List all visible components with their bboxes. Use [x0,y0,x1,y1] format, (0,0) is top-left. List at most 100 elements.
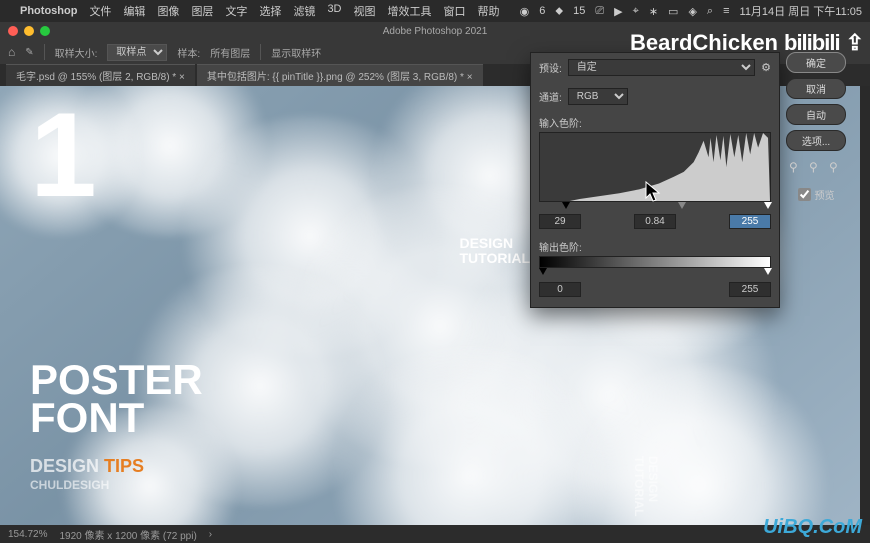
preview-checkbox-row[interactable]: 预览 [786,187,846,202]
overlay-brand: BeardChicken bilibili ⇪ [630,30,864,56]
preset-dropdown[interactable]: 自定 [568,59,755,76]
control-center-icon[interactable]: ≡ [723,5,729,17]
black-point-slider[interactable] [562,202,570,209]
tab-1[interactable]: 毛字.psd @ 155% (图层 2, RGB/8) * × [6,64,195,86]
input-black[interactable] [539,214,581,229]
output-values [539,282,771,297]
white-point-slider[interactable] [764,202,772,209]
share-icon: ⇪ [846,30,864,56]
panel-buttons: 确定 取消 自动 选项... ⚲ ⚲ ⚲ 预览 [786,52,846,202]
histogram[interactable] [539,132,771,202]
minimize-window-icon[interactable] [24,26,34,36]
menu-window[interactable]: 窗口 [444,3,466,19]
sample-size-dropdown[interactable]: 取样点 [107,44,167,61]
chevron-right-icon[interactable]: › [209,529,212,540]
output-gradient[interactable] [539,256,771,268]
close-window-icon[interactable] [8,26,18,36]
bilibili-logo: bilibili [784,30,840,56]
input-white[interactable] [729,214,771,229]
chef-text: CHULDESIGH [30,478,109,492]
sample-label: 样本: [177,45,200,60]
close-tab-icon[interactable]: × [467,72,473,83]
poster-text: POSTER FONT [30,361,203,437]
menu-3d[interactable]: 3D [327,3,341,19]
window-title: Adobe Photoshop 2021 [383,26,488,37]
output-black[interactable] [539,282,581,297]
menu-select[interactable]: 选择 [259,3,281,19]
auto-button[interactable]: 自动 [786,104,846,125]
bell-icon[interactable]: ⬥ [555,5,563,18]
tab-2-label: 其中包括图片: {{ pinTitle }}.png @ 252% (图层 3,… [207,72,464,83]
brand-name: BeardChicken [630,30,778,56]
separator [260,44,261,60]
tool-icon[interactable]: ✎ [25,47,33,58]
output-levels-label: 输出色阶: [531,235,779,256]
cancel-button[interactable]: 取消 [786,78,846,99]
bt-icon[interactable]: ⌖ [633,5,639,18]
music-icon[interactable]: ▶ [614,5,622,18]
watermark: UiBQ.CoM [763,516,862,539]
eyedropper-row: ⚲ ⚲ ⚲ [786,160,846,174]
tab-1-label: 毛字.psd @ 155% (图层 2, RGB/8) * [16,72,176,83]
menu-type[interactable]: 文字 [225,3,247,19]
gamma-slider[interactable] [678,202,686,209]
battery-icon[interactable]: ▭ [668,5,678,18]
out-black-slider[interactable] [539,268,547,275]
input-gamma[interactable] [634,214,676,229]
output-white[interactable] [729,282,771,297]
maximize-window-icon[interactable] [40,26,50,36]
tab-2[interactable]: 其中包括图片: {{ pinTitle }}.png @ 252% (图层 3,… [197,64,483,86]
macos-menubar: Photoshop 文件 编辑 图像 图层 文字 选择 滤镜 3D 视图 增效工… [0,0,870,22]
design-tutorial-vertical: DESIGN TUTORIAL [632,456,660,516]
clock[interactable]: 11月14日 周日 下午11:05 [740,3,862,19]
input-values [539,214,771,229]
close-tab-icon[interactable]: × [179,72,185,83]
menu-edit[interactable]: 编辑 [123,3,145,19]
sample-size-label: 取样大小: [55,45,98,60]
menu-help[interactable]: 帮助 [478,3,500,19]
show-ring-label: 显示取样环 [271,45,321,60]
app-menu: 文件 编辑 图像 图层 文字 选择 滤镜 3D 视图 增效工具 窗口 帮助 [89,3,499,19]
status-bar: 154.72% 1920 像素 x 1200 像素 (72 ppi) › [0,525,870,543]
gear-icon[interactable]: ⚙ [761,61,771,74]
levels-panel: 预设: 自定 ⚙ 通道: RGB 输入色阶: 输出色阶: [530,52,780,308]
big-number: 1 [30,86,97,224]
output-slider[interactable] [539,268,771,276]
out-white-slider[interactable] [764,268,772,275]
wifi-icon[interactable]: ◈ [688,5,696,18]
doc-info[interactable]: 1920 像素 x 1200 像素 (72 ppi) [59,527,196,542]
status-num-1: 6 [539,5,545,17]
menu-file[interactable]: 文件 [89,3,111,19]
screen-icon[interactable]: ⎚ [595,5,604,18]
zoom-level[interactable]: 154.72% [8,529,47,540]
sample-layers: 所有图层 [210,45,250,60]
traffic-lights [8,26,50,36]
input-slider[interactable] [539,202,771,210]
search-icon[interactable]: ⌕ [707,5,713,18]
menu-plugins[interactable]: 增效工具 [388,3,432,19]
menu-layer[interactable]: 图层 [191,3,213,19]
bluetooth-icon[interactable]: ∗ [649,5,658,18]
design-tutorial-right: DESIGN TUTORIAL [459,236,530,267]
eyedropper-gray-icon[interactable]: ⚲ [809,160,823,174]
menubar-right: ◉ 6 ⬥ 15 ⎚ ▶ ⌖ ∗ ▭ ◈ ⌕ ≡ 11月14日 周日 下午11:… [520,3,862,19]
channel-row: 通道: RGB [531,82,779,111]
channel-dropdown[interactable]: RGB [568,88,628,105]
menu-filter[interactable]: 滤镜 [293,3,315,19]
options-button[interactable]: 选项... [786,130,846,151]
design-word: DESIGN [30,456,99,476]
preview-label: 预览 [815,187,835,202]
menu-image[interactable]: 图像 [157,3,179,19]
preset-label: 预设: [539,60,562,75]
home-icon[interactable]: ⌂ [8,45,15,59]
cloud-icon[interactable]: ◉ [520,5,530,18]
eyedropper-white-icon[interactable]: ⚲ [829,160,843,174]
separator [44,44,45,60]
eyedropper-black-icon[interactable]: ⚲ [789,160,803,174]
preset-row: 预设: 自定 ⚙ [531,53,779,82]
app-name[interactable]: Photoshop [20,5,77,17]
preview-checkbox[interactable] [798,188,811,201]
tips-word: TIPS [104,456,144,476]
menu-view[interactable]: 视图 [354,3,376,19]
input-levels-label: 输入色阶: [531,111,779,132]
